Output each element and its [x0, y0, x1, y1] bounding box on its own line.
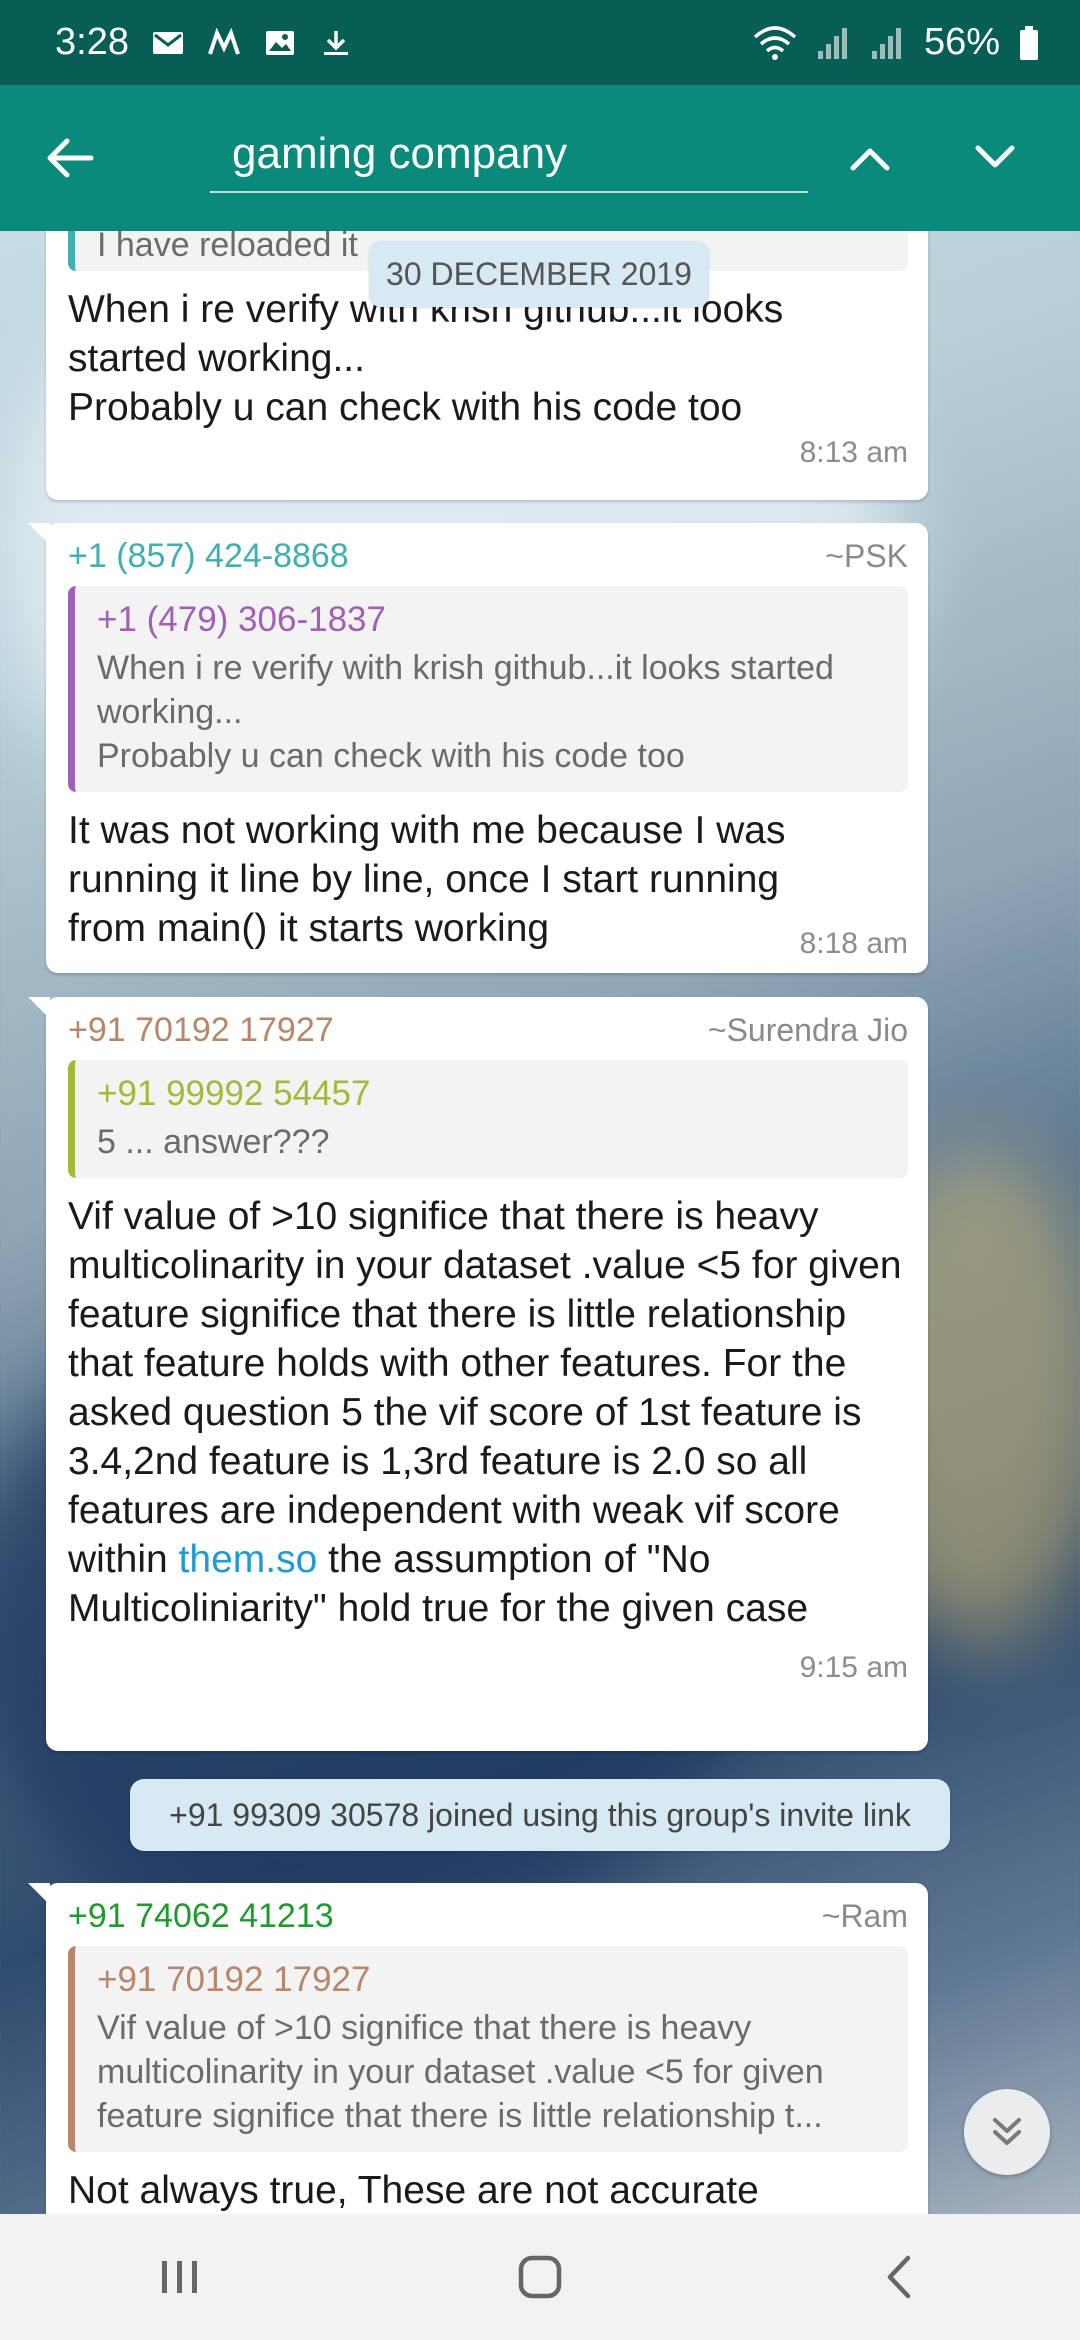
download-icon [323, 30, 348, 55]
quoted-sender: +91 99992 54457 [97, 1074, 371, 1113]
home-icon [518, 2255, 562, 2299]
status-bar: 3:28 56% [0, 0, 1080, 85]
message-text: Vif value of >10 significe that there is… [68, 1192, 908, 1633]
quoted-sender: +91 70192 17927 [97, 1960, 371, 1999]
message-time: 9:15 am [799, 1651, 908, 1684]
message-link[interactable]: them.so [179, 1538, 318, 1581]
message-bubble[interactable]: +91 74062 41213 ~Ram +91 70192 17927 Vif… [28, 1883, 928, 2214]
message-time: 8:13 am [799, 436, 908, 469]
message-time: 8:18 am [799, 927, 908, 960]
chevron-up-icon [850, 148, 890, 171]
search-next-button[interactable] [955, 115, 1035, 201]
double-chevron-down-icon [993, 2118, 1021, 2145]
sender-phone[interactable]: +91 70192 17927 [68, 1011, 334, 1050]
sender-alias: ~Ram [821, 1898, 908, 1934]
home-button[interactable] [480, 2227, 600, 2327]
sender-phone[interactable]: +1 (857) 424-8868 [68, 537, 349, 576]
moto-icon [208, 27, 240, 55]
recent-apps-button[interactable] [120, 2227, 240, 2327]
quoted-text: When i re verify with krish github...it … [97, 649, 834, 775]
message-text: It was not working with me because I was… [68, 809, 786, 950]
quoted-message[interactable]: +91 99992 54457 5 ... answer??? [68, 1060, 908, 1178]
message-bubble[interactable]: +91 70192 17927 ~Surendra Jio +91 99992 … [28, 997, 928, 1751]
gallery-icon [265, 30, 294, 55]
status-time: 3:28 [55, 21, 129, 63]
search-prev-button[interactable] [830, 115, 910, 201]
chevron-down-icon [975, 145, 1015, 168]
quoted-text: 5 ... answer??? [97, 1123, 330, 1161]
date-chip: 30 DECEMBER 2019 [369, 241, 709, 307]
quoted-sender: +1 (479) 306-1837 [97, 600, 386, 639]
system-message: +91 99309 30578 joined using this group'… [130, 1779, 950, 1851]
signal-icon [817, 27, 847, 59]
back-button[interactable] [0, 85, 140, 231]
arrow-left-icon [47, 138, 94, 178]
search-field [210, 121, 808, 193]
message-bubble[interactable]: +1 (857) 424-8868 ~PSK +1 (479) 306-1837… [28, 523, 928, 973]
quoted-message[interactable]: +1 (479) 306-1837 When i re verify with … [68, 586, 908, 792]
search-input[interactable] [210, 121, 808, 187]
sender-phone[interactable]: +91 74062 41213 [68, 1897, 334, 1936]
message-text: Not always true, These are not accurate [68, 2169, 759, 2212]
message-text: When i re verify with krish github...it … [68, 288, 784, 429]
nav-back-button[interactable] [840, 2227, 960, 2327]
battery-percent: 56% [923, 21, 1000, 63]
wifi-icon [753, 25, 797, 60]
sender-alias: ~Surendra Jio [707, 1012, 908, 1048]
gmail-icon [152, 31, 183, 54]
quoted-message[interactable]: +91 70192 17927 Vif value of >10 signifi… [68, 1946, 908, 2152]
signal-icon-2 [871, 27, 901, 59]
chat-area[interactable]: I have reloaded it When i re verify with… [0, 231, 1080, 2214]
scroll-to-bottom-button[interactable] [964, 2089, 1050, 2175]
battery-icon [1020, 25, 1038, 60]
back-icon [887, 2255, 911, 2299]
sender-alias: ~PSK [825, 538, 908, 574]
recent-apps-icon [162, 2261, 197, 2293]
search-toolbar [0, 85, 1080, 231]
quoted-text: Vif value of >10 significe that there is… [97, 2009, 824, 2135]
message-text-part: Vif value of >10 significe that there is… [68, 1195, 902, 1581]
system-nav-bar [0, 2214, 1080, 2340]
